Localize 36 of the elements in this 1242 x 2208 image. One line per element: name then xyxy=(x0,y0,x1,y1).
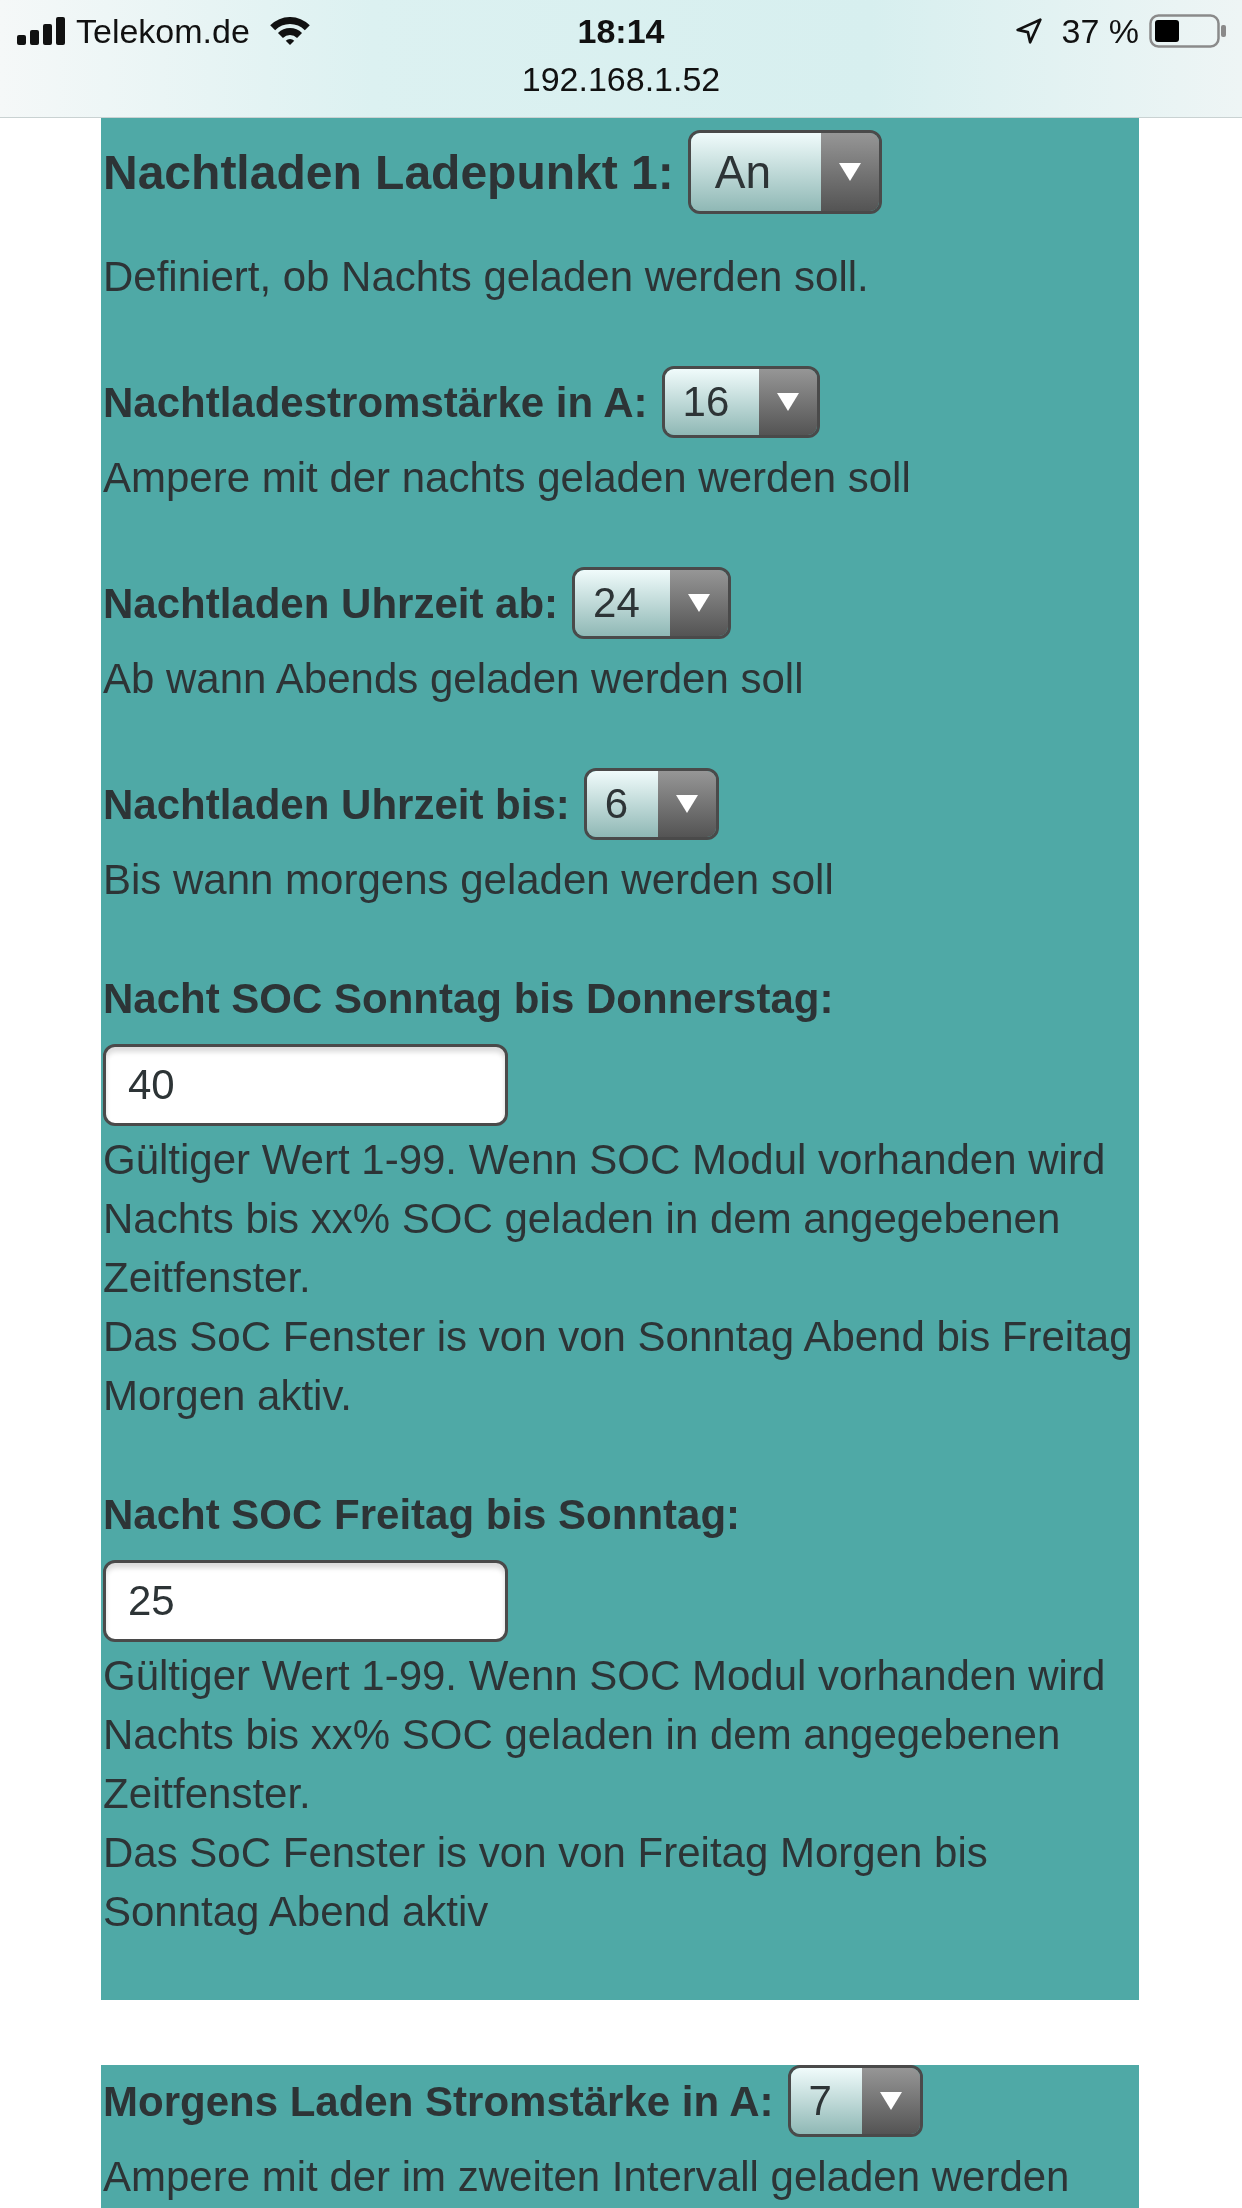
help-text: Ab wann Abends geladen werden soll xyxy=(103,654,805,704)
caret-icon xyxy=(759,369,818,435)
dropdown-select[interactable]: 16 xyxy=(661,366,821,438)
setting-label: Nachtladen Ladepunkt 1: xyxy=(103,144,674,201)
signal-icon xyxy=(17,17,65,45)
help-text: Bis wann morgens geladen werden soll xyxy=(103,855,835,905)
input-field[interactable]: 40 xyxy=(103,1044,508,1126)
help-text: Das SoC Fenster is von von Sonntag Abend bis Freitag Morgen aktiv. xyxy=(103,1312,1134,1421)
setting-label: Nacht SOC Freitag bis Sonntag: xyxy=(103,1490,741,1540)
help-text: Ampere mit der nachts geladen werden soll xyxy=(103,453,912,503)
setting-label: Nachtladen Uhrzeit ab: xyxy=(103,578,559,629)
help-text: Gültiger Wert 1-99. Wenn SOC Modul vorhanden wird Nachts bis xx% SOC geladen in dem angegebenen Zeitfenster. xyxy=(103,1651,1107,1819)
setting-label: Nachtladestromstärke in A: xyxy=(103,377,648,428)
wifi-icon xyxy=(269,17,310,45)
clock-time: 18:14 xyxy=(577,11,665,51)
help-text: Das SoC Fenster is von von Freitag Morgen bis Sonntag Abend aktiv xyxy=(103,1828,989,1937)
caret-icon xyxy=(669,570,728,636)
battery-icon xyxy=(1149,14,1227,48)
caret-icon xyxy=(658,771,717,837)
battery-percent: 37 % xyxy=(1061,11,1139,51)
help-text: Definiert, ob Nachts geladen werden soll. xyxy=(103,252,870,302)
location-arrow-icon xyxy=(1015,18,1042,44)
input-field[interactable]: 25 xyxy=(103,1560,508,1642)
dropdown-select[interactable]: 6 xyxy=(583,768,720,840)
setting-label: Morgens Laden Stromstärke in A: xyxy=(103,2076,774,2127)
help-text: Ampere mit der im zweiten Intervall geladen werden xyxy=(103,2152,1071,2202)
caret-icon xyxy=(821,133,879,211)
dropdown-select[interactable]: 24 xyxy=(572,567,731,639)
carrier-name: Telekom.de xyxy=(76,11,250,51)
setting-label: Nachtladen Uhrzeit bis: xyxy=(103,779,570,830)
dropdown-select[interactable]: An xyxy=(687,130,882,214)
help-text: Gültiger Wert 1-99. Wenn SOC Modul vorhanden wird Nachts bis xx% SOC geladen in dem angegebenen Zeitfenster. xyxy=(103,1135,1107,1303)
caret-icon xyxy=(861,2068,920,2134)
dropdown-select[interactable]: 7 xyxy=(787,2065,923,2137)
url-text: 192.168.1.52 xyxy=(521,59,721,99)
setting-label: Nacht SOC Sonntag bis Donnerstag: xyxy=(103,974,834,1024)
